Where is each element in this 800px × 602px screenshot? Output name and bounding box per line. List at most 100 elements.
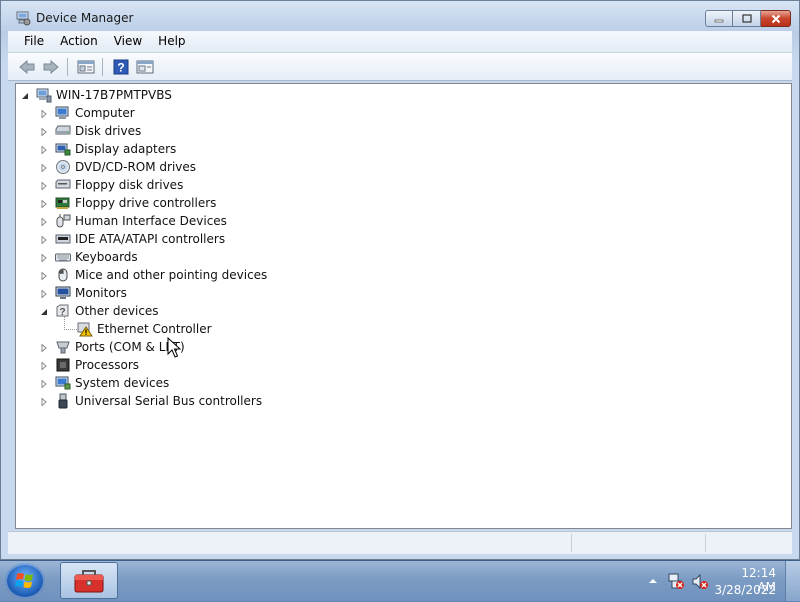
collapse-arrow-icon[interactable] [20, 91, 29, 100]
tree-device-item[interactable]: Ethernet Controller [77, 320, 212, 338]
device-manager-window: Device Manager File Action View Help ? W… [0, 0, 800, 560]
floppy-controller-icon-wrap [55, 195, 71, 211]
tree-category-item[interactable]: Disk drives [55, 122, 141, 140]
windows-start-icon [15, 573, 33, 588]
toolbox-icon [74, 569, 104, 592]
warning-device-icon [77, 322, 93, 337]
taskbar-device-manager-button[interactable] [60, 562, 118, 599]
expand-arrow-icon[interactable] [39, 361, 48, 370]
floppy-disk-icon [55, 179, 71, 189]
disk-drive-icon-wrap [55, 123, 71, 139]
menu-help[interactable]: Help [150, 31, 193, 52]
tree-connector-line [64, 316, 77, 330]
tree-category-item[interactable]: Display adapters [55, 140, 176, 158]
menu-bar: File Action View Help [8, 31, 792, 53]
tree-category-item[interactable]: IDE ATA/ATAPI controllers [55, 230, 225, 248]
network-disconnected-icon[interactable] [667, 573, 685, 590]
expand-arrow-icon[interactable] [39, 109, 48, 118]
expand-arrow-icon[interactable] [39, 289, 48, 298]
help-button[interactable]: ? [110, 56, 132, 78]
tree-node-label: Mice and other pointing devices [75, 268, 268, 282]
usb-icon [58, 393, 68, 409]
ide-controller-icon [55, 234, 71, 244]
volume-muted-icon[interactable] [691, 573, 709, 590]
mouse-cursor-icon [167, 337, 181, 358]
tree-category-item[interactable]: Ports (COM & LPT) [55, 338, 185, 356]
computer-network-icon [36, 88, 52, 103]
start-button[interactable] [5, 563, 45, 599]
tree-node-label: Human Interface Devices [75, 214, 227, 228]
expand-arrow-icon[interactable] [39, 397, 48, 406]
expand-arrow-icon[interactable] [39, 199, 48, 208]
menu-action[interactable]: Action [52, 31, 106, 52]
display-adapter-icon [55, 143, 71, 156]
maximize-button[interactable] [733, 10, 761, 27]
window-controls [705, 10, 791, 28]
expand-arrow-icon[interactable] [39, 271, 48, 280]
menu-view[interactable]: View [106, 31, 150, 52]
display-adapter-icon-wrap [55, 141, 71, 157]
usb-icon-wrap [55, 393, 71, 409]
minimize-button[interactable] [705, 10, 733, 27]
tree-node-label: IDE ATA/ATAPI controllers [75, 232, 226, 246]
expand-arrow-icon[interactable] [39, 217, 48, 226]
expand-arrow-icon[interactable] [39, 235, 48, 244]
tree-category-item[interactable]: Universal Serial Bus controllers [55, 392, 262, 410]
tree-node-label: DVD/CD-ROM drives [75, 160, 197, 174]
status-bar [8, 531, 792, 554]
computer-icon [55, 106, 69, 119]
collapse-arrow-icon[interactable] [39, 307, 48, 316]
properties-button[interactable] [75, 56, 97, 78]
processor-icon [56, 358, 70, 372]
tree-category-item[interactable]: Keyboards [55, 248, 138, 266]
expand-arrow-icon[interactable] [39, 181, 48, 190]
floppy-controller-icon [55, 197, 70, 209]
tree-category-item[interactable]: Floppy disk drives [55, 176, 183, 194]
tree-root-computer[interactable]: WIN-17B7PMTPVBS [36, 86, 172, 104]
tree-node-label: Ethernet Controller [97, 322, 212, 336]
tree-node-label: Keyboards [75, 250, 138, 264]
toolbar-separator [102, 57, 103, 76]
expand-arrow-icon[interactable] [39, 343, 48, 352]
hid-icon-wrap [55, 213, 71, 229]
device-tree-pane[interactable]: WIN-17B7PMTPVBS Computer Disk drives Displa… [15, 83, 792, 529]
dvd-drive-icon-wrap [55, 159, 71, 175]
expand-arrow-icon[interactable] [39, 163, 48, 172]
menu-file[interactable]: File [8, 31, 52, 52]
clock-date[interactable]: 3/28/2022 [714, 583, 776, 597]
toolbar-separator [67, 57, 68, 76]
device-manager-icon [15, 10, 31, 26]
port-icon [56, 341, 70, 354]
mouse-icon-wrap [55, 267, 71, 283]
tree-category-item[interactable]: System devices [55, 374, 169, 392]
system-device-icon-wrap [55, 375, 71, 391]
show-desktop-button[interactable] [785, 561, 800, 601]
expand-arrow-icon[interactable] [39, 127, 48, 136]
details-icon [136, 60, 154, 73]
expand-arrow-icon[interactable] [39, 253, 48, 262]
status-pane [705, 534, 706, 552]
details-button[interactable] [134, 56, 156, 78]
expand-arrow-icon[interactable] [39, 379, 48, 388]
show-hidden-icons-arrow[interactable] [649, 577, 657, 585]
tree-node-label: Display adapters [75, 142, 177, 156]
warning-device-icon-wrap [77, 321, 93, 337]
tree-category-item[interactable]: Computer [55, 104, 135, 122]
back-button[interactable] [16, 56, 38, 78]
computer-network-icon-wrap [36, 87, 52, 103]
tree-node-label: Processors [75, 358, 140, 372]
title-bar[interactable]: Device Manager [1, 1, 799, 31]
computer-icon-wrap [55, 105, 71, 121]
tree-category-item[interactable]: Monitors [55, 284, 127, 302]
tree-category-item[interactable]: Human Interface Devices [55, 212, 227, 230]
tree-category-item[interactable]: Mice and other pointing devices [55, 266, 267, 284]
tree-category-item[interactable]: Floppy drive controllers [55, 194, 216, 212]
toolbar: ? [8, 53, 792, 81]
forward-button[interactable] [40, 56, 62, 78]
tree-category-item[interactable]: Processors [55, 356, 139, 374]
tree-node-label: Monitors [75, 286, 127, 300]
tree-category-item[interactable]: DVD/CD-ROM drives [55, 158, 196, 176]
close-button[interactable] [761, 10, 791, 27]
expand-arrow-icon[interactable] [39, 145, 48, 154]
tree-node-label: Other devices [75, 304, 159, 318]
